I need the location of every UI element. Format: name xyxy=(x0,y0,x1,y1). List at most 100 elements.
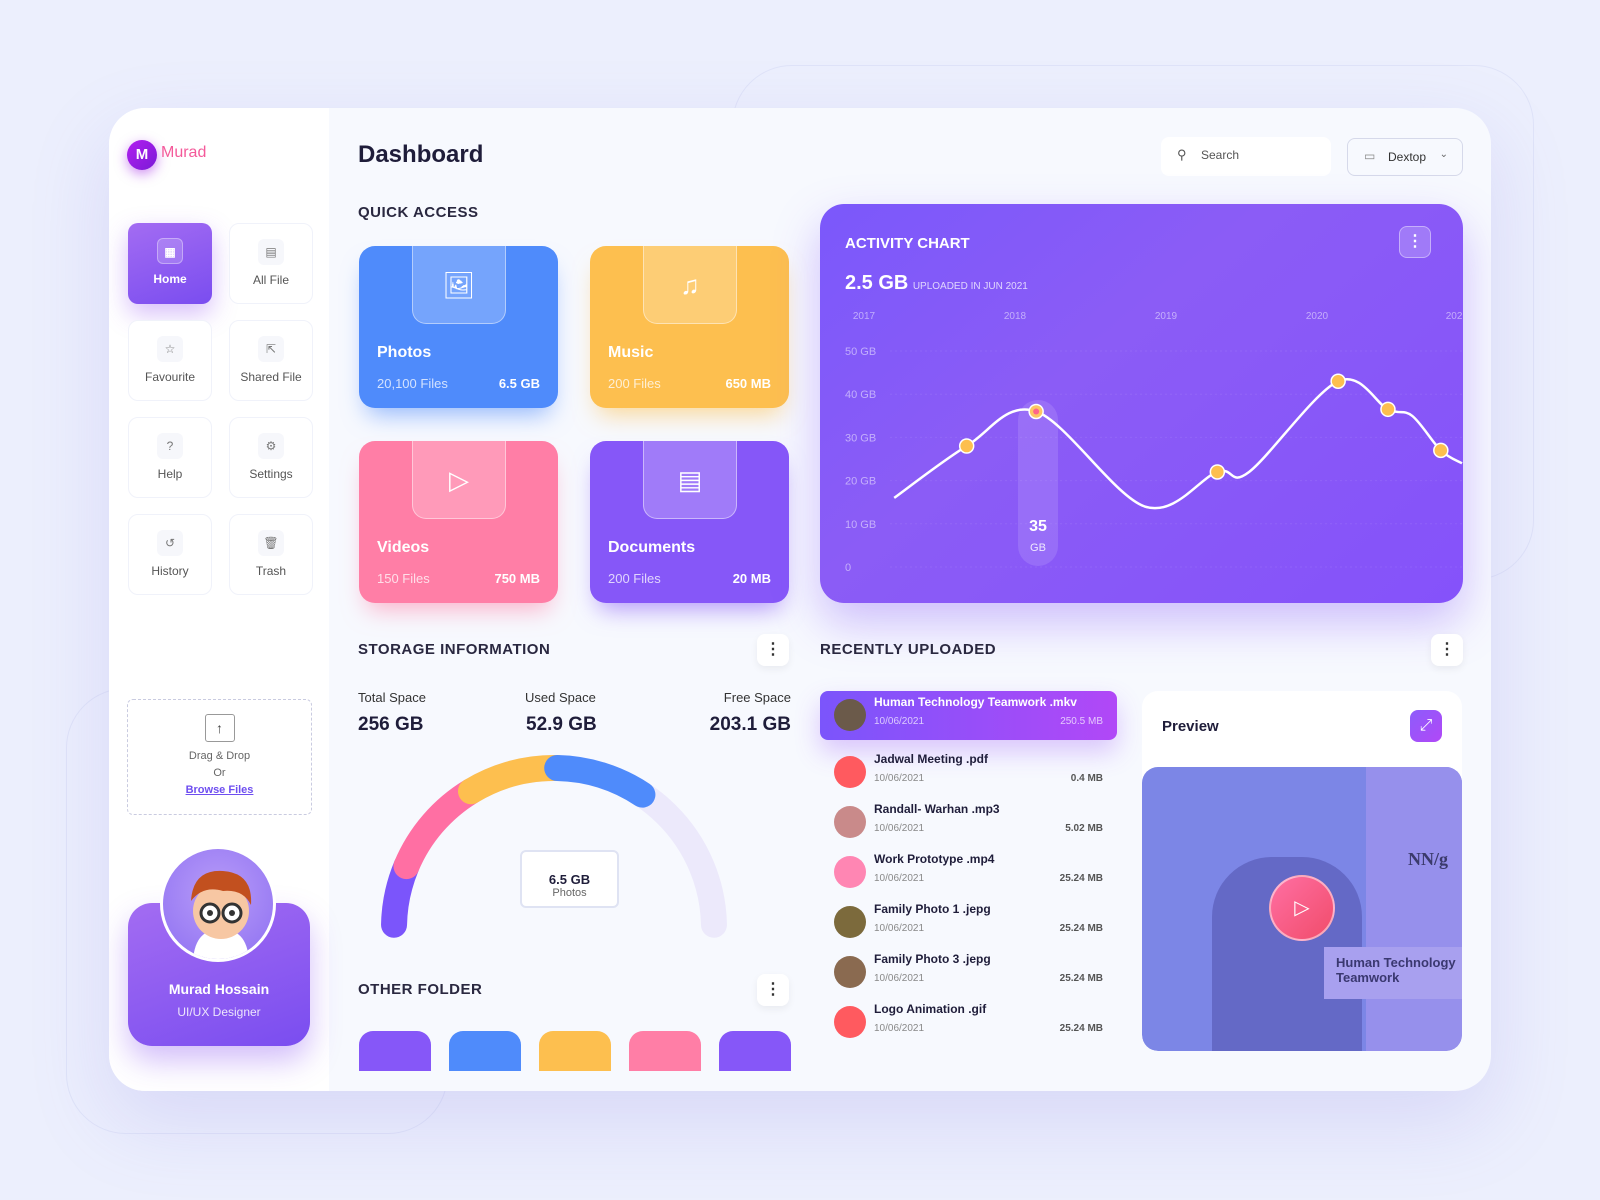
recent-file-row[interactable]: Randall- Warhan .mp3 10/06/2021 5.02 MB xyxy=(820,798,1117,847)
video-player[interactable]: NN/g ▷ Human Technology Teamwork xyxy=(1142,767,1462,1051)
search-input[interactable]: ⚲ Search xyxy=(1161,137,1331,176)
gauge-tooltip-label: Photos xyxy=(552,887,587,899)
file-icon: ▤ xyxy=(258,239,284,265)
sidebar-item-label: Favourite xyxy=(144,370,196,384)
sidebar-item-label: Trash xyxy=(255,564,287,578)
quick-access-photos[interactable]: 🖼 Photos 20,100 Files 6.5 GB xyxy=(359,246,558,408)
drag-drop-text: Drag & Drop xyxy=(188,750,251,762)
file-name: Randall- Warhan .mp3 xyxy=(874,802,1000,816)
other-folder-title: OTHER FOLDER xyxy=(358,981,483,998)
chevron-down-icon: ⌄ xyxy=(1439,149,1448,160)
file-thumbnail xyxy=(834,756,866,788)
dashboard-window: M Murad ▦ Home ▤ All File ☆ Favourite ⇱ Shared … xyxy=(109,108,1491,1091)
more-vertical-icon: ⋮ xyxy=(1439,641,1455,658)
recent-file-row[interactable]: Work Prototype .mp4 10/06/2021 25.24 MB xyxy=(820,848,1117,897)
sidebar-item-trash[interactable]: 🗑 Trash xyxy=(229,514,313,595)
help-icon: ? xyxy=(157,433,183,459)
file-thumbnail xyxy=(834,856,866,888)
recent-file-row[interactable]: Logo Animation .gif 10/06/2021 25.24 MB xyxy=(820,998,1117,1047)
recent-file-row[interactable]: Family Photo 1 .jepg 10/06/2021 25.24 MB xyxy=(820,898,1117,947)
expand-button[interactable]: ⤢ xyxy=(1410,710,1442,742)
card-count: 150 Files xyxy=(377,571,430,586)
browse-files-link[interactable]: Browse Files xyxy=(186,784,254,796)
quick-access-title: QUICK ACCESS xyxy=(358,204,479,221)
upload-dropzone[interactable]: ↑ Drag & Drop Or Browse Files xyxy=(127,699,312,815)
card-title: Videos xyxy=(377,539,430,556)
file-size: 25.24 MB xyxy=(1059,1023,1103,1034)
folder-item[interactable] xyxy=(719,1031,791,1071)
file-name: Human Technology Teamwork .mkv xyxy=(874,695,1077,709)
file-date: 10/06/2021 xyxy=(874,1023,925,1034)
activity-chart-card: ACTIVITY CHART ⋮ 2.5 GB UPLOADED IN JUN … xyxy=(820,204,1463,603)
sidebar-item-label: Help xyxy=(157,467,183,481)
x-tick-label: 2017 xyxy=(853,311,876,322)
file-thumbnail xyxy=(834,906,866,938)
quick-access-music[interactable]: ♫ Music 200 Files 650 MB xyxy=(590,246,789,408)
sidebar-item-help[interactable]: ? Help xyxy=(128,417,212,498)
sidebar-item-label: Settings xyxy=(249,467,293,481)
recent-file-row[interactable]: Human Technology Teamwork .mkv 10/06/2021… xyxy=(820,691,1117,740)
videos-icon: ▷ xyxy=(412,441,506,519)
y-tick-label: 40 GB xyxy=(845,389,876,401)
folder-item[interactable] xyxy=(629,1031,701,1071)
file-thumbnail xyxy=(834,1006,866,1038)
x-tick-label: 2021 xyxy=(1446,311,1463,322)
file-size: 25.24 MB xyxy=(1059,923,1103,934)
file-name: Jadwal Meeting .pdf xyxy=(874,752,989,766)
y-tick-label: 30 GB xyxy=(845,432,876,444)
sidebar-item-history[interactable]: ↺ History xyxy=(128,514,212,595)
y-tick-label: 50 GB xyxy=(845,346,876,358)
recent-file-row[interactable]: Family Photo 3 .jepg 10/06/2021 25.24 MB xyxy=(820,948,1117,997)
share-icon: ⇱ xyxy=(258,336,284,362)
monitor-icon: ▭ xyxy=(1364,149,1376,163)
card-size: 20 MB xyxy=(732,571,771,586)
more-vertical-icon: ⋮ xyxy=(765,641,781,658)
quick-access-videos[interactable]: ▷ Videos 150 Files 750 MB xyxy=(359,441,558,603)
sidebar-item-settings[interactable]: ⚙ Settings xyxy=(229,417,313,498)
card-title: Photos xyxy=(377,344,432,361)
sidebar-item-all-file[interactable]: ▤ All File xyxy=(229,223,313,304)
file-date: 10/06/2021 xyxy=(874,973,925,984)
file-date: 10/06/2021 xyxy=(874,716,925,727)
upload-arrow-icon: ↑ xyxy=(204,714,235,742)
play-button[interactable]: ▷ xyxy=(1269,875,1335,941)
data-point xyxy=(1380,401,1396,418)
sidebar-item-favourite[interactable]: ☆ Favourite xyxy=(128,320,212,401)
search-icon: ⚲ xyxy=(1177,147,1187,162)
file-name: Family Photo 3 .jepg xyxy=(874,952,991,966)
quick-access-documents[interactable]: ▤ Documents 200 Files 20 MB xyxy=(590,441,789,603)
card-count: 200 Files xyxy=(608,571,661,586)
file-size: 25.24 MB xyxy=(1059,873,1103,884)
folder-item[interactable] xyxy=(359,1031,431,1071)
file-date: 10/06/2021 xyxy=(874,873,925,884)
free-space-value: 203.1 GB xyxy=(709,714,791,735)
sidebar-item-shared-file[interactable]: ⇱ Shared File xyxy=(229,320,313,401)
card-size: 750 MB xyxy=(494,571,540,586)
data-point xyxy=(1330,373,1346,389)
sidebar-item-home[interactable]: ▦ Home xyxy=(128,223,212,304)
profile-role: UI/UX Designer xyxy=(177,1005,261,1019)
star-icon: ☆ xyxy=(157,336,183,362)
file-name: Logo Animation .gif xyxy=(874,1002,987,1016)
other-folder-menu-button[interactable]: ⋮ xyxy=(757,974,789,1006)
gauge-tooltip-value: 6.5 GB xyxy=(548,872,591,887)
folder-item[interactable] xyxy=(449,1031,521,1071)
photos-icon: 🖼 xyxy=(412,246,506,324)
gauge-segment xyxy=(393,778,484,880)
gear-icon: ⚙ xyxy=(258,433,284,459)
sidebar-item-label: History xyxy=(151,564,189,578)
storage-menu-button[interactable]: ⋮ xyxy=(757,634,789,666)
card-title: Documents xyxy=(608,539,696,556)
recent-file-row[interactable]: Jadwal Meeting .pdf 10/06/2021 0.4 MB xyxy=(820,748,1117,797)
card-size: 650 MB xyxy=(725,376,771,391)
recent-menu-button[interactable]: ⋮ xyxy=(1431,634,1463,666)
folder-item[interactable] xyxy=(539,1031,611,1071)
file-thumbnail xyxy=(834,956,866,988)
highlight-tooltip: 35 GB xyxy=(1018,400,1058,566)
tooltip-unit: GB xyxy=(1030,542,1046,554)
file-name: Family Photo 1 .jepg xyxy=(874,902,991,916)
used-space-label: Used Space xyxy=(525,690,596,705)
home-icon: ▦ xyxy=(157,238,183,264)
device-dropdown[interactable]: ▭ Dextop ⌄ xyxy=(1347,138,1463,176)
data-point xyxy=(1433,442,1449,459)
